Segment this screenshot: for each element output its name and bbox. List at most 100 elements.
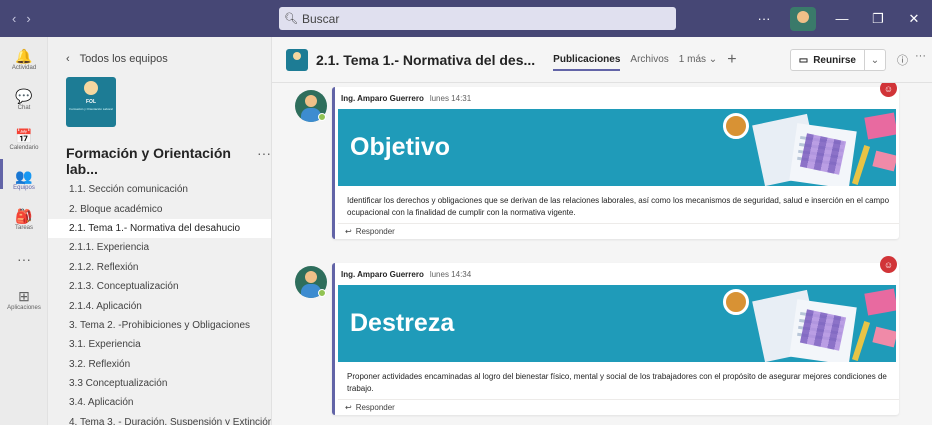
meet-button[interactable]: ▭ Reunirse	[791, 50, 865, 70]
reply-button[interactable]: ↩ Responder	[338, 223, 899, 239]
info-icon[interactable]: ⓘ	[897, 52, 908, 68]
team-image-figure	[84, 81, 98, 95]
sticky-note-illustration	[872, 326, 896, 348]
post-card: ☺ Ing. Amparo Guerrero lunes 14:31 Objet…	[332, 83, 899, 239]
team-image[interactable]: FOL Formación y Orientación Laboral	[66, 77, 116, 127]
team-image-text: FOL	[86, 99, 96, 105]
team-image-subtext: Formación y Orientación Laboral	[69, 107, 113, 111]
rail-label: Tareas	[14, 225, 33, 231]
close-icon[interactable]: ✕	[896, 0, 932, 37]
settings-more-icon[interactable]: ···	[746, 0, 782, 37]
post-body: Identificar los derechos y obligaciones …	[347, 196, 890, 217]
channel-item[interactable]: 2.1.3. Conceptualización	[48, 277, 271, 296]
rail-item-chat[interactable]: 💬 Chat	[0, 80, 48, 120]
banner-title: Objetivo	[350, 133, 451, 161]
rail-item-calendario[interactable]: 📅 Calendario	[0, 120, 48, 160]
team-panel: ‹ Todos los equipos FOL Formación y Orie…	[48, 37, 272, 425]
rail-item-more[interactable]: ···	[0, 240, 48, 280]
sticky-note-illustration	[872, 150, 896, 172]
post-banner-image: Destreza	[338, 285, 896, 362]
profile-avatar[interactable]	[790, 6, 816, 31]
channel-item-active[interactable]: 2.1. Tema 1.- Normativa del desahucio	[48, 218, 271, 239]
post-author[interactable]: Ing. Amparo Guerrero	[341, 94, 424, 103]
maximize-icon[interactable]: ❐	[860, 0, 896, 37]
tab-publicaciones[interactable]: Publicaciones	[553, 54, 621, 71]
sticky-note-illustration	[864, 288, 896, 316]
channel-item[interactable]: 3.1. Experiencia	[48, 335, 271, 354]
channel-item[interactable]: 3.2. Reflexión	[48, 355, 271, 374]
rail-label: Chat	[17, 105, 31, 111]
tab-more[interactable]: 1 más ⌄	[679, 54, 717, 65]
channel-item[interactable]: 2.1.2. Reflexión	[48, 258, 271, 277]
reply-label: Responder	[355, 227, 395, 236]
coffee-cup-illustration	[723, 289, 749, 315]
channel-header: 2.1. Tema 1.- Normativa del des... Publi…	[272, 37, 932, 83]
channel-item[interactable]: 2.1.1. Experiencia	[48, 238, 271, 257]
banner-title: Destreza	[350, 309, 455, 337]
reply-icon: ↩	[345, 227, 352, 236]
channel-list: 1.1. Sección comunicación 2. Bloque acad…	[48, 180, 271, 425]
channel-item[interactable]: 3.4. Aplicación	[48, 393, 271, 412]
post-meta: Ing. Amparo Guerrero lunes 14:31	[335, 87, 899, 109]
chat-icon: 💬	[15, 88, 33, 104]
post-meta: Ing. Amparo Guerrero lunes 14:34	[335, 263, 899, 285]
tab-more-label: 1 más	[678, 54, 707, 65]
channel-item[interactable]: 3.3 Conceptualización	[48, 374, 271, 393]
channel-item[interactable]: 2.1.4. Aplicación	[48, 296, 271, 315]
post-time: lunes 14:34	[429, 269, 472, 279]
video-camera-icon: ▭	[798, 54, 809, 66]
header-more-icon[interactable]: ···	[915, 50, 926, 62]
search-icon: 🔍︎	[284, 13, 298, 25]
team-name-label: Formación y Orientación lab...	[66, 145, 231, 177]
channel-team-icon	[286, 48, 308, 71]
post-author[interactable]: Ing. Amparo Guerrero	[341, 270, 424, 279]
channel-item[interactable]: 4. Tema 3. - Duración, Suspensión y Exti…	[48, 413, 271, 425]
rail-label: Aplicaciones	[7, 305, 41, 311]
reply-label: Responder	[355, 403, 395, 412]
channel-item[interactable]: 2. Bloque académico	[48, 199, 271, 218]
rail-item-tareas[interactable]: 🎒 Tareas	[0, 200, 48, 240]
app-rail: 🔔 Actividad 💬 Chat 📅 Calendario 👥 Equipo…	[0, 37, 48, 425]
team-name: Formación y Orientación lab... ···	[66, 145, 271, 177]
reply-icon: ↩	[345, 403, 352, 412]
add-tab-icon[interactable]: +	[727, 51, 736, 69]
back-arrow-icon[interactable]: ‹	[12, 11, 16, 26]
meet-dropdown-icon[interactable]: ⌄	[865, 50, 885, 70]
rail-item-aplicaciones[interactable]: ⊞ Aplicaciones	[0, 280, 48, 320]
rail-item-actividad[interactable]: 🔔 Actividad	[0, 40, 48, 80]
title-bar: ‹ › 🔍︎ Buscar ··· — ❐ ✕	[0, 0, 932, 37]
post-feed: ☺ Ing. Amparo Guerrero lunes 14:31 Objet…	[272, 83, 932, 425]
rail-label: Equipos	[13, 185, 35, 191]
presence-available-icon	[318, 113, 326, 121]
post-card: ☺ Ing. Amparo Guerrero lunes 14:34 Destr…	[332, 256, 899, 415]
bell-icon: 🔔	[15, 48, 33, 64]
reaction-icon[interactable]: ☺	[880, 256, 897, 273]
window-controls: ··· — ❐ ✕	[746, 0, 932, 37]
reply-button[interactable]: ↩ Responder	[338, 399, 899, 415]
tab-archivos[interactable]: Archivos	[630, 54, 668, 65]
post-body: Proponer actividades encaminadas al logr…	[347, 372, 887, 393]
rail-item-equipos[interactable]: 👥 Equipos	[0, 160, 48, 200]
search-input[interactable]: 🔍︎ Buscar	[279, 7, 676, 30]
apps-grid-icon: ⊞	[18, 288, 30, 304]
coffee-cup-illustration	[723, 113, 749, 139]
sticky-note-illustration	[864, 112, 896, 140]
nav-arrows: ‹ ›	[0, 11, 68, 26]
team-more-icon[interactable]: ···	[257, 145, 271, 177]
channel-item[interactable]: 1.1. Sección comunicación	[48, 180, 271, 199]
channel-tabs: Publicaciones Archivos 1 más ⌄ +	[553, 48, 737, 71]
calendar-icon: 📅	[15, 128, 33, 144]
minimize-icon[interactable]: —	[824, 0, 860, 37]
chevron-left-icon: ‹	[66, 53, 70, 65]
forward-arrow-icon[interactable]: ›	[26, 11, 30, 26]
back-label: Todos los equipos	[79, 53, 168, 65]
meet-button-group: ▭ Reunirse ⌄	[789, 49, 886, 71]
rail-label: Actividad	[11, 65, 37, 71]
backpack-icon: 🎒	[15, 208, 33, 224]
back-to-teams-link[interactable]: ‹ Todos los equipos	[66, 53, 168, 65]
rail-label: Calendario	[9, 145, 39, 151]
teams-icon: 👥	[15, 168, 33, 184]
pencil-illustration	[851, 145, 871, 185]
channel-item[interactable]: 3. Tema 2. -Prohibiciones y Obligaciones	[48, 316, 271, 335]
more-apps-icon: ···	[17, 251, 31, 267]
